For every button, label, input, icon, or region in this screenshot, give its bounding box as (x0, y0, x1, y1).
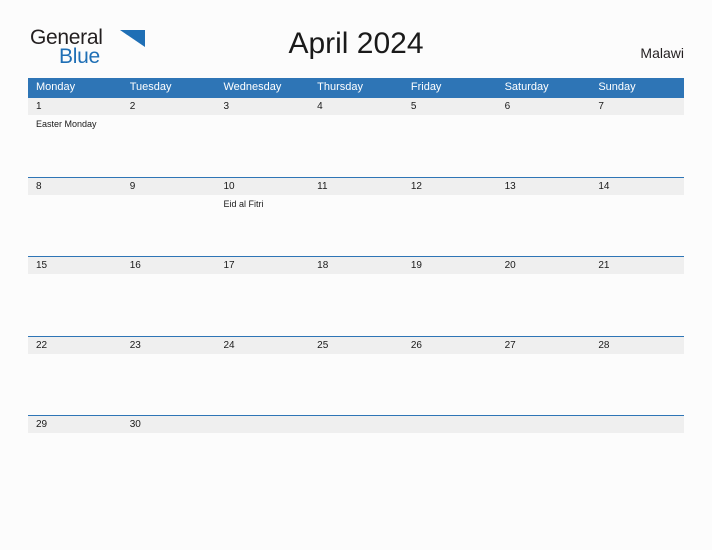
day-number: 15 (36, 260, 48, 271)
day-cell[interactable]: 7 (590, 98, 684, 177)
day-cell[interactable]: 10 Eid al Fitri (215, 178, 309, 257)
day-cell[interactable]: 28 (590, 337, 684, 416)
week-row: 29 30 (28, 415, 684, 456)
day-number: 14 (598, 180, 610, 192)
week-row: 22 23 24 25 26 27 28 (28, 335, 684, 416)
day-cell[interactable]: 29 (28, 416, 122, 456)
weekday-header-monday: Monday (36, 81, 76, 93)
day-event: Eid al Fitri (223, 198, 264, 209)
day-cell[interactable]: 9 (122, 178, 216, 257)
day-number: 4 (317, 101, 323, 112)
day-number: 21 (598, 260, 610, 271)
day-cell[interactable]: 21 (590, 257, 684, 336)
weekday-header-wednesday: Wednesday (223, 81, 282, 93)
day-number: 16 (129, 260, 141, 271)
day-cell[interactable]: 16 (122, 257, 216, 336)
day-cell[interactable]: 25 (309, 337, 403, 416)
day-number: 3 (223, 101, 229, 112)
day-cell[interactable]: 6 (497, 98, 591, 177)
day-cell[interactable]: 22 (28, 337, 122, 416)
day-cell[interactable]: 30 (122, 416, 216, 456)
day-number: 29 (36, 419, 48, 430)
day-number: 28 (598, 339, 610, 351)
day-number: 1 (36, 101, 42, 112)
day-number: 2 (129, 101, 136, 112)
day-number: 26 (410, 339, 422, 351)
day-cell[interactable]: 17 (215, 257, 309, 336)
day-number: 22 (36, 339, 48, 351)
day-cell-empty (497, 416, 591, 456)
day-cell[interactable]: 13 (497, 178, 591, 257)
day-cell[interactable]: 5 (403, 98, 497, 177)
day-cell[interactable]: 20 (497, 257, 591, 336)
country-label: Malawi (640, 45, 684, 61)
day-cell[interactable]: 4 (309, 98, 403, 177)
weekday-header-friday: Friday (410, 81, 442, 93)
day-cell[interactable]: 18 (309, 257, 403, 336)
page-title: April 2024 (288, 27, 424, 60)
day-cell[interactable]: 26 (403, 337, 497, 416)
week-row: 1 Easter Monday 2 3 4 5 6 7 (28, 97, 684, 177)
day-cell[interactable]: 19 (403, 257, 497, 336)
day-number: 27 (504, 339, 516, 351)
day-cell-empty (403, 416, 497, 456)
day-cell-empty (590, 416, 684, 456)
day-cell[interactable]: 27 (497, 337, 591, 416)
day-cell[interactable]: 15 (28, 257, 122, 336)
day-number: 13 (504, 180, 516, 192)
weekday-header-sunday: Sunday (598, 81, 636, 93)
day-number: 20 (504, 260, 516, 271)
day-cell[interactable]: 1 Easter Monday (28, 98, 122, 177)
day-cell-empty (309, 416, 403, 456)
day-cell[interactable]: 24 (215, 337, 309, 416)
day-number: 8 (36, 180, 42, 192)
day-number: 25 (317, 339, 329, 351)
weekday-header-row: Monday Tuesday Wednesday Thursday Friday… (28, 78, 684, 97)
day-number: 19 (410, 260, 422, 271)
day-cell[interactable]: 8 (28, 178, 122, 257)
day-number: 18 (317, 260, 329, 271)
week-row: 15 16 17 18 19 20 21 (28, 256, 684, 336)
calendar-grid: Monday Tuesday Wednesday Thursday Friday… (28, 78, 684, 456)
day-cell[interactable]: 14 (590, 178, 684, 257)
day-cell[interactable]: 3 (215, 98, 309, 177)
day-number: 11 (317, 180, 328, 192)
day-number: 10 (223, 180, 235, 192)
day-number: 7 (598, 101, 604, 112)
day-cell[interactable]: 12 (403, 178, 497, 257)
day-number: 23 (129, 339, 141, 351)
day-number: 30 (129, 419, 141, 430)
day-cell[interactable]: 23 (122, 337, 216, 416)
day-number: 6 (504, 101, 511, 112)
day-cell-empty (215, 416, 309, 456)
day-cell[interactable]: 2 (122, 98, 216, 177)
day-cell[interactable]: 11 (309, 178, 403, 257)
calendar-page: General Blue April 2024 Malawi Monday Tu… (0, 0, 712, 550)
day-event: Easter Monday (36, 119, 97, 129)
weekday-header-tuesday: Tuesday (129, 81, 172, 93)
page-header: General Blue April 2024 Malawi (0, 0, 712, 68)
day-number: 12 (410, 180, 422, 192)
week-row: 8 9 10 Eid al Fitri 11 12 13 14 (28, 176, 684, 257)
day-number: 17 (223, 260, 235, 271)
day-number: 5 (410, 101, 417, 112)
weekday-header-saturday: Saturday (504, 81, 549, 93)
day-number: 9 (129, 180, 136, 192)
weekday-header-thursday: Thursday (317, 81, 364, 93)
day-number: 24 (223, 339, 235, 351)
